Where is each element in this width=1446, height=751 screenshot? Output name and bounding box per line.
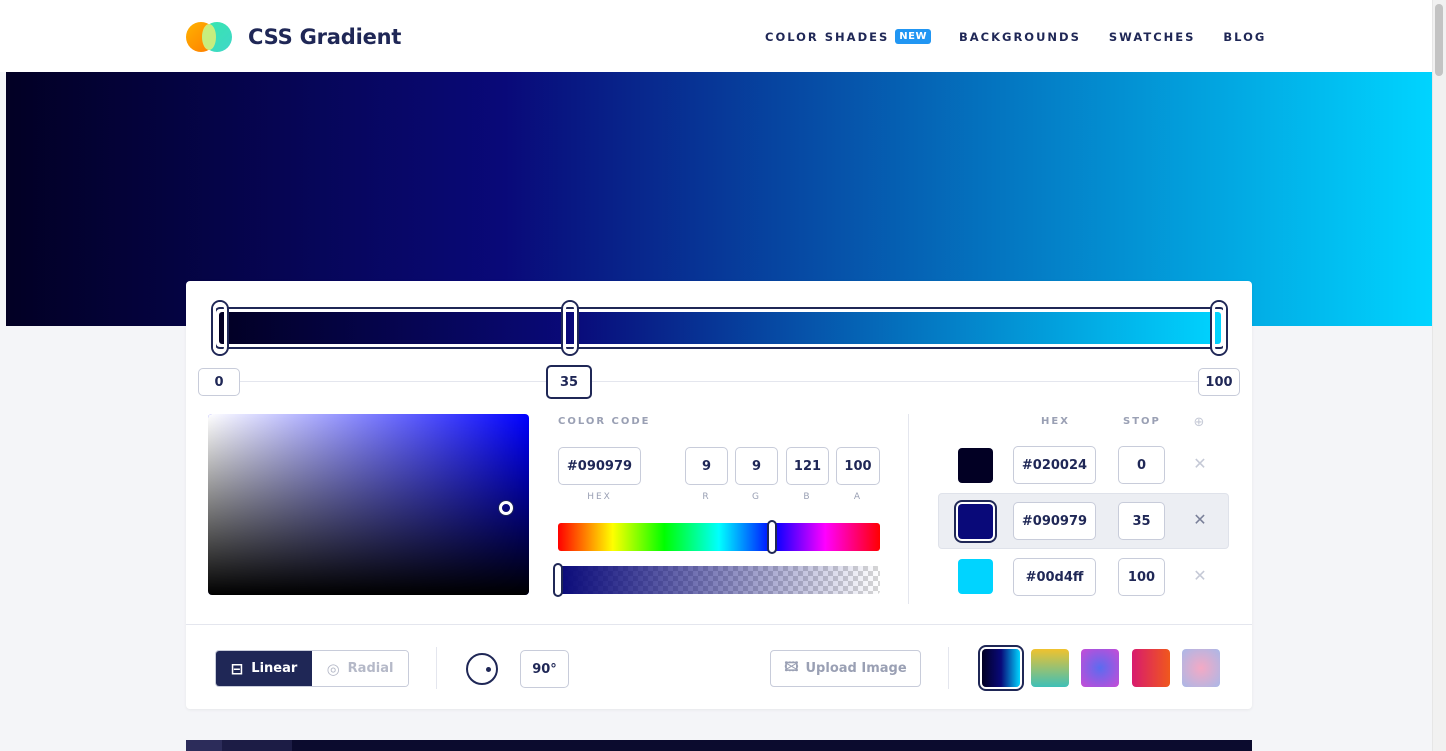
stop-position-input[interactable]: 35 bbox=[1118, 502, 1165, 540]
linear-label: Linear bbox=[251, 661, 298, 676]
nav-item-backgrounds[interactable]: BACKGROUNDS bbox=[959, 30, 1081, 44]
stop-hex-input[interactable]: #00d4ff bbox=[1013, 558, 1096, 596]
alpha-input[interactable]: 100 bbox=[836, 447, 880, 485]
code-output-preview bbox=[186, 740, 1252, 751]
hex-column-header: HEX bbox=[1041, 416, 1070, 427]
stop-hex-input[interactable]: #090979 bbox=[1013, 502, 1096, 540]
divider bbox=[436, 647, 437, 689]
picker-cursor[interactable] bbox=[499, 501, 513, 515]
stop-color-swatch[interactable] bbox=[958, 559, 993, 594]
stop-track-line bbox=[208, 381, 1230, 382]
red-input[interactable]: 9 bbox=[685, 447, 728, 485]
upload-image-button[interactable]: 🖾 Upload Image bbox=[770, 650, 921, 687]
stop-handle-35[interactable] bbox=[563, 302, 577, 354]
stop-handle-100[interactable] bbox=[1212, 302, 1226, 354]
image-icon: 🖾 bbox=[784, 659, 799, 675]
scrollbar-thumb[interactable] bbox=[1435, 4, 1443, 76]
hue-slider[interactable] bbox=[558, 523, 880, 551]
green-label: G bbox=[752, 492, 761, 502]
red-label: R bbox=[702, 492, 711, 502]
linear-button[interactable]: ⊟ Linear bbox=[216, 651, 312, 686]
page-scrollbar[interactable] bbox=[1432, 0, 1446, 751]
stop-position-input[interactable]: 100 bbox=[1118, 558, 1165, 596]
stop-color-swatch[interactable] bbox=[958, 504, 993, 539]
hex-input[interactable]: #090979 bbox=[558, 447, 641, 485]
gradient-bar-fill bbox=[219, 312, 1221, 344]
stop-hex-input[interactable]: #020024 bbox=[1013, 446, 1096, 484]
add-stop-icon[interactable]: ⊕ bbox=[1192, 416, 1206, 430]
stop-column-header: STOP bbox=[1123, 416, 1161, 427]
gradient-type-toggle: ⊟ Linear ◎ Radial bbox=[215, 650, 409, 687]
green-input[interactable]: 9 bbox=[735, 447, 778, 485]
hue-slider-handle[interactable] bbox=[767, 520, 777, 554]
brand-name: CSS Gradient bbox=[248, 25, 402, 49]
preset-swatch[interactable] bbox=[1031, 649, 1069, 687]
radial-label: Radial bbox=[347, 661, 394, 676]
nav-item-label: SWATCHES bbox=[1108, 29, 1196, 44]
logo-icon bbox=[186, 22, 238, 52]
radial-button[interactable]: ◎ Radial bbox=[312, 651, 408, 686]
preset-swatch[interactable] bbox=[1182, 649, 1220, 687]
logo[interactable]: CSS Gradient bbox=[186, 22, 401, 52]
nav-item-label: BLOG bbox=[1223, 29, 1267, 44]
stop-position-0[interactable]: 0 bbox=[198, 368, 240, 396]
nav-item-blog[interactable]: BLOG bbox=[1223, 30, 1266, 44]
preset-swatch[interactable] bbox=[1081, 649, 1119, 687]
angle-input[interactable]: 90° bbox=[520, 650, 569, 688]
preset-swatch[interactable] bbox=[1132, 649, 1170, 687]
divider bbox=[948, 647, 949, 689]
gradient-editor: 0 35 100 COLOR CODE #090979 HEX 9 R 9 G … bbox=[186, 281, 1252, 709]
gradient-bar[interactable] bbox=[214, 307, 1226, 349]
nav-item-label: COLOR SHADES bbox=[765, 29, 890, 44]
radial-icon: ◎ bbox=[326, 659, 340, 678]
linear-icon: ⊟ bbox=[230, 659, 244, 678]
site-header: CSS Gradient COLOR SHADES NEW BACKGROUND… bbox=[0, 0, 1432, 72]
remove-stop-icon[interactable]: ✕ bbox=[1193, 512, 1207, 528]
nav-item-label: BACKGROUNDS bbox=[959, 29, 1081, 44]
stop-handle-0[interactable] bbox=[213, 302, 227, 354]
angle-dial-dot bbox=[486, 667, 491, 672]
nav-item-color-shades[interactable]: COLOR SHADES NEW bbox=[765, 29, 931, 44]
new-badge: NEW bbox=[895, 29, 931, 44]
alpha-slider[interactable] bbox=[558, 566, 880, 594]
color-code-title: COLOR CODE bbox=[558, 416, 651, 427]
stop-position-35[interactable]: 35 bbox=[546, 365, 592, 399]
preset-swatch[interactable] bbox=[982, 649, 1020, 687]
alpha-label: A bbox=[853, 492, 863, 502]
stop-position-100[interactable]: 100 bbox=[1198, 368, 1240, 396]
remove-stop-icon[interactable]: ✕ bbox=[1193, 568, 1207, 584]
nav-item-swatches[interactable]: SWATCHES bbox=[1109, 30, 1196, 44]
angle-dial[interactable] bbox=[466, 653, 498, 685]
blue-input[interactable]: 121 bbox=[786, 447, 829, 485]
main-nav: COLOR SHADES NEW BACKGROUNDS SWATCHES BL… bbox=[765, 29, 1294, 44]
blue-label: B bbox=[803, 492, 812, 502]
divider bbox=[186, 624, 1252, 625]
saturation-value-picker[interactable] bbox=[208, 414, 529, 595]
stop-color-swatch[interactable] bbox=[958, 448, 993, 483]
alpha-slider-handle[interactable] bbox=[553, 563, 563, 597]
upload-label: Upload Image bbox=[805, 661, 907, 676]
hex-label: HEX bbox=[587, 492, 612, 502]
stop-position-input[interactable]: 0 bbox=[1118, 446, 1165, 484]
remove-stop-icon[interactable]: ✕ bbox=[1193, 456, 1207, 472]
divider bbox=[908, 414, 909, 604]
